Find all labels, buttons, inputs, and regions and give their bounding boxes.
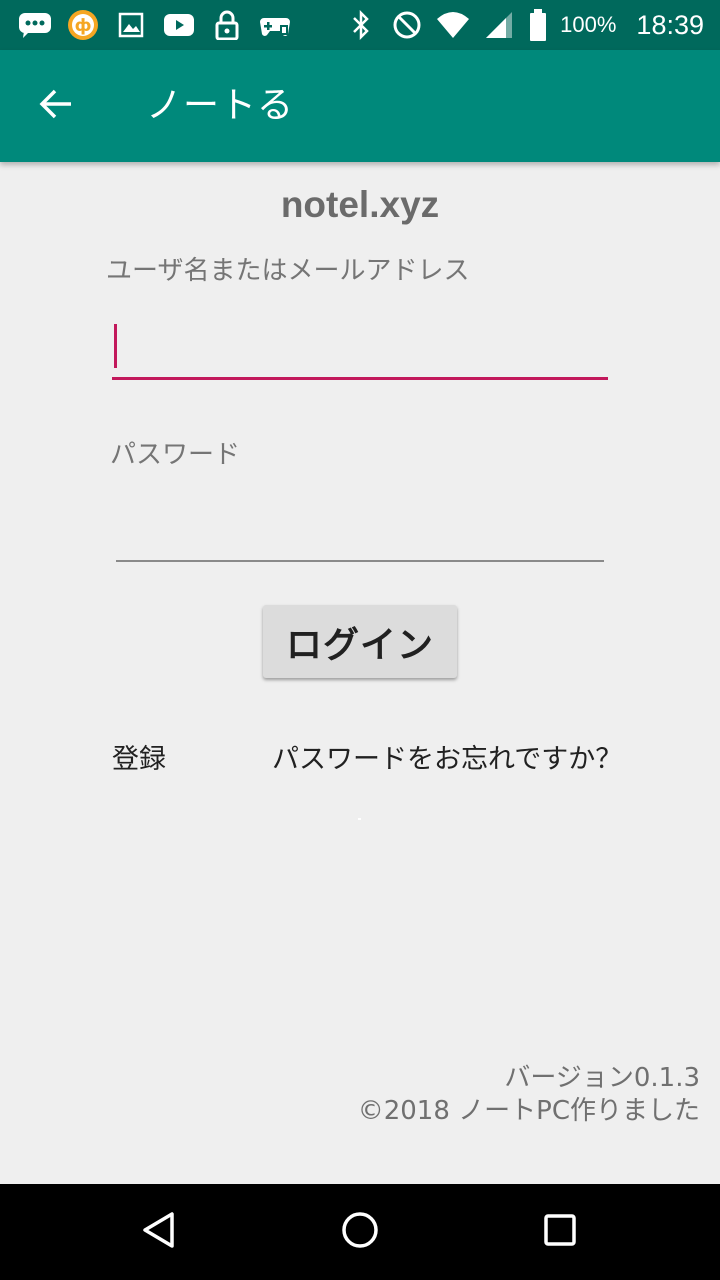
app-bar: ノートる bbox=[0, 50, 720, 162]
version-text: バージョン0.1.3 bbox=[504, 1063, 700, 1093]
divider-dot bbox=[358, 818, 361, 820]
password-field-container bbox=[116, 500, 604, 562]
game-controller-icon bbox=[258, 9, 292, 41]
copyright-text: ©2018 ノートPC作りました bbox=[357, 1096, 700, 1126]
register-link[interactable]: 登録 bbox=[112, 737, 166, 776]
nav-recents-button[interactable] bbox=[532, 1204, 588, 1260]
battery-percent: 100% bbox=[560, 12, 617, 37]
login-button[interactable]: ログイン bbox=[263, 605, 457, 678]
svg-text:ф: ф bbox=[75, 16, 92, 36]
app-notification-icon: ф bbox=[66, 9, 100, 41]
username-field-container bbox=[112, 318, 608, 380]
username-label: ユーザ名またはメールアドレス bbox=[106, 256, 470, 286]
navigation-bar bbox=[0, 1184, 720, 1280]
image-icon bbox=[114, 9, 148, 41]
username-input[interactable] bbox=[112, 318, 608, 377]
nav-home-icon bbox=[340, 1210, 380, 1254]
forgot-password-link[interactable]: パスワードをお忘れですか？ bbox=[272, 737, 622, 776]
do-not-disturb-icon bbox=[390, 9, 424, 41]
status-bar: ф 100% 18:39 bbox=[0, 0, 720, 50]
bluetooth-icon bbox=[344, 9, 378, 41]
password-input[interactable] bbox=[116, 500, 604, 560]
footer: バージョン0.1.3 ©2018 ノートPC作りました bbox=[358, 1062, 700, 1128]
back-button[interactable] bbox=[28, 78, 84, 134]
system-status-icons: 100% 18:39 bbox=[344, 8, 704, 42]
sms-icon bbox=[18, 9, 52, 41]
lock-icon bbox=[210, 9, 244, 41]
text-cursor bbox=[114, 324, 117, 368]
nav-home-button[interactable] bbox=[332, 1204, 388, 1260]
notification-icons: ф bbox=[18, 9, 292, 41]
wifi-icon bbox=[436, 9, 470, 41]
clock: 18:39 bbox=[636, 9, 704, 40]
password-label: パスワード bbox=[110, 440, 241, 470]
nav-recents-icon bbox=[542, 1212, 578, 1252]
youtube-icon bbox=[162, 9, 196, 41]
nav-back-icon bbox=[140, 1210, 180, 1254]
arrow-back-icon bbox=[38, 86, 74, 126]
nav-back-button[interactable] bbox=[132, 1204, 188, 1260]
battery-icon bbox=[528, 9, 548, 41]
cell-signal-icon bbox=[482, 9, 516, 41]
app-title: ノートる bbox=[146, 85, 295, 126]
site-title: notel.xyz bbox=[280, 184, 440, 225]
